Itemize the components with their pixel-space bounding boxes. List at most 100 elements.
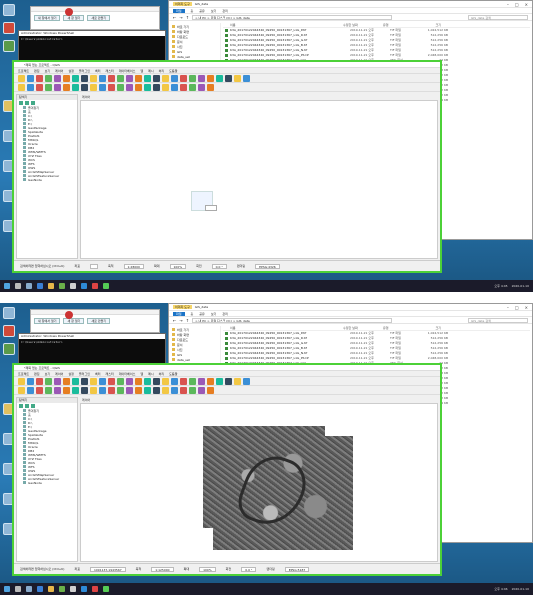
toolbar-tool-icon[interactable] <box>63 378 70 385</box>
toolbar-tool-icon[interactable] <box>189 84 196 91</box>
toolbar-tool-icon[interactable] <box>171 378 178 385</box>
toolbar-tool-icon[interactable] <box>135 84 142 91</box>
open-in-new-window-button[interactable]: 새 창에서 열기 <box>34 15 61 21</box>
app-taskbar-icon[interactable] <box>92 283 98 289</box>
filter-icon[interactable] <box>25 404 29 408</box>
app-taskbar-icon[interactable] <box>103 283 109 289</box>
close-icon[interactable]: × <box>525 2 528 7</box>
render-checkbox[interactable]: 렌더링 <box>266 567 274 571</box>
toolbar-tool-icon[interactable] <box>45 84 52 91</box>
toolbar-tool-icon[interactable] <box>153 75 160 82</box>
menu-edit[interactable]: 편집 <box>34 371 40 376</box>
column-name-header[interactable]: 이름 <box>223 23 343 27</box>
toolbar-tool-icon[interactable] <box>27 387 34 394</box>
taskbar-clock-time[interactable]: 오후 4:45 <box>494 284 507 288</box>
address-bar[interactable]: > 내 PC > 로컬 디스크 (D:) > GIS_data <box>192 14 393 20</box>
toolbar-tool-icon[interactable] <box>54 387 61 394</box>
search-input[interactable]: GIS_data 검색 <box>468 317 528 323</box>
refresh-icon[interactable] <box>19 101 23 105</box>
menu-processing[interactable]: 처리 <box>159 68 165 73</box>
file-explorer-icon[interactable] <box>48 283 54 289</box>
toolbar-tool-icon[interactable] <box>144 75 151 82</box>
toolbar-tool-icon[interactable] <box>108 75 115 82</box>
zoom-field[interactable]: 100% <box>169 263 187 269</box>
new-item-button[interactable]: 새로 만들기 <box>87 15 111 21</box>
toolbar-tool-icon[interactable] <box>198 84 205 91</box>
app-taskbar-icon[interactable] <box>81 586 87 592</box>
coordinate-field[interactable] <box>89 263 98 269</box>
toolbar-tool-icon[interactable] <box>45 378 52 385</box>
toolbar-tool-icon[interactable] <box>135 378 142 385</box>
toolbar-tool-icon[interactable] <box>153 84 160 91</box>
toolbar-tool-icon[interactable] <box>18 84 25 91</box>
crs-button[interactable]: EPSG:4326 <box>255 263 280 269</box>
toolbar-tool-icon[interactable] <box>27 75 34 82</box>
menu-plugins[interactable]: 플러그인 <box>79 371 90 376</box>
open-in-new-window-button[interactable]: 새 창에서 열기 <box>34 318 61 324</box>
menu-vector[interactable]: 벡터 <box>95 68 101 73</box>
toolbar-tool-icon[interactable] <box>207 84 214 91</box>
taskbar-clock-date[interactable]: 2020-01-10 <box>512 284 529 288</box>
toolbar-tool-icon[interactable] <box>63 387 70 394</box>
qgis-taskbar-icon[interactable] <box>59 586 65 592</box>
toolbar-tool-icon[interactable] <box>234 75 241 82</box>
toolbar-tool-icon[interactable] <box>216 378 223 385</box>
toolbar-tool-icon[interactable] <box>18 75 25 82</box>
folder-shortcut-icon[interactable] <box>3 343 15 355</box>
app-taskbar-icon[interactable] <box>92 586 98 592</box>
toolbar-tool-icon[interactable] <box>234 378 241 385</box>
collapse-icon[interactable] <box>31 101 35 105</box>
toolbar-tool-icon[interactable] <box>216 75 223 82</box>
close-icon[interactable]: × <box>525 305 528 310</box>
zoom-field[interactable]: 100% <box>199 566 216 572</box>
toolbar-tool-icon[interactable] <box>99 378 106 385</box>
ribbon-share-tab[interactable]: 공유 <box>199 9 205 13</box>
toolbar-tool-icon[interactable] <box>189 378 196 385</box>
toolbar-tool-icon[interactable] <box>126 84 133 91</box>
back-arrow-icon[interactable]: ← <box>173 15 176 20</box>
toolbar-tool-icon[interactable] <box>180 84 187 91</box>
column-type-header[interactable]: 유형 <box>383 326 411 330</box>
column-date-header[interactable]: 수정한 날짜 <box>343 23 383 27</box>
toolbar-tool-icon[interactable] <box>180 378 187 385</box>
locator-search[interactable]: 검색하려면 입력하십시오 (Ctrl+K) <box>20 567 64 571</box>
toolbar-tool-icon[interactable] <box>63 75 70 82</box>
toolbar-tool-icon[interactable] <box>27 378 34 385</box>
toolbar-tool-icon[interactable] <box>189 387 196 394</box>
ribbon-share-tab[interactable]: 공유 <box>199 312 205 316</box>
toolbar-tool-icon[interactable] <box>36 84 43 91</box>
toolbar-tool-icon[interactable] <box>189 75 196 82</box>
new-window-button[interactable]: 새 창 열기 <box>63 15 85 21</box>
toolbar-tool-icon[interactable] <box>153 378 160 385</box>
refresh-icon[interactable] <box>19 404 23 408</box>
toolbar-tool-icon[interactable] <box>126 378 133 385</box>
toolbar-tool-icon[interactable] <box>27 84 34 91</box>
folder-shortcut-icon[interactable] <box>3 40 15 52</box>
app-shortcut-icon[interactable] <box>3 22 15 34</box>
toolbar-tool-icon[interactable] <box>72 75 79 82</box>
toolbar-tool-icon[interactable] <box>108 84 115 91</box>
toolbar-tool-icon[interactable] <box>72 84 79 91</box>
locator-search[interactable]: 검색하려면 입력하십시오 (Ctrl+K) <box>20 264 64 268</box>
toolbar-tool-icon[interactable] <box>198 378 205 385</box>
ribbon-manage-tab[interactable]: 관리 <box>222 312 228 316</box>
toolbar-tool-icon[interactable] <box>90 387 97 394</box>
rotation-field[interactable]: 0.0 ° <box>241 566 257 572</box>
windows-start-icon[interactable] <box>4 283 10 289</box>
toolbar-tool-icon[interactable] <box>117 387 124 394</box>
menu-project[interactable]: 프로젝트 <box>18 68 29 73</box>
maximize-icon[interactable]: □ <box>515 2 519 7</box>
menu-processing[interactable]: 처리 <box>159 371 165 376</box>
address-bar[interactable]: > 내 PC > 로컬 디스크 (D:) > GIS_data <box>192 317 393 323</box>
map-canvas[interactable] <box>80 100 438 259</box>
menu-web[interactable]: 웹 <box>140 371 143 376</box>
app-taskbar-icon[interactable] <box>81 283 87 289</box>
edge-browser-icon[interactable] <box>37 586 43 592</box>
toolbar-tool-icon[interactable] <box>54 378 61 385</box>
toolbar-tool-icon[interactable] <box>36 387 43 394</box>
menu-mesh[interactable]: 메시 <box>148 371 154 376</box>
scale-field[interactable]: 1:28000 <box>123 263 144 269</box>
taskbar-clock-date[interactable]: 2020-01-10 <box>512 587 529 591</box>
toolbar-tool-icon[interactable] <box>243 378 250 385</box>
task-view-icon[interactable] <box>26 586 32 592</box>
